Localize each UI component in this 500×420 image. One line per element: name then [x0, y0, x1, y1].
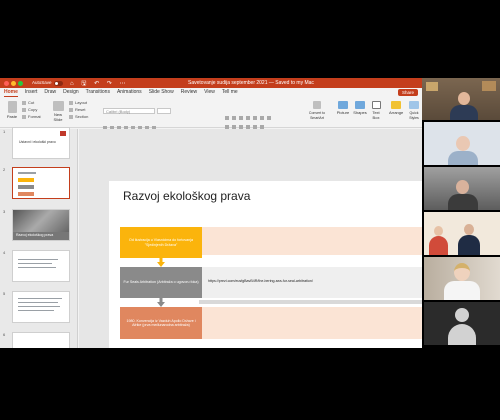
- paragraph-buttons[interactable]: [225, 107, 274, 120]
- text-box-button[interactable]: Text Box: [370, 101, 382, 120]
- new-slide-button[interactable]: New Slide: [50, 101, 66, 122]
- thumbnail-number: 6: [3, 332, 6, 337]
- tab-tell-me[interactable]: Tell me: [222, 89, 238, 97]
- thumbnail-caption: Razvoj ekološkog prava: [16, 233, 54, 237]
- font-name-field[interactable]: Calibri (Body): [103, 108, 155, 114]
- reset-button[interactable]: Reset: [69, 107, 85, 112]
- slide-editor: Razvoj ekološkog prava Od ilustracija u …: [79, 129, 422, 348]
- picture-button[interactable]: Picture: [336, 101, 350, 115]
- thumbnail-title: Ustavni i ekološki pravo: [19, 140, 56, 144]
- title-bar: AutoSave ⌂ 🖫 ↶ ↷ ⋯ Savetovanje sudija se…: [0, 78, 422, 88]
- alignment-buttons[interactable]: [225, 116, 267, 129]
- thumbnail-number: 3: [3, 209, 6, 214]
- picture-icon: [338, 101, 348, 109]
- screen: { "window": { "autosave_label": "AutoSav…: [0, 0, 500, 420]
- row-band-3: [202, 307, 422, 339]
- avatar-icon: [455, 308, 469, 322]
- tab-slide-show[interactable]: Slide Show: [149, 89, 174, 97]
- document-title: Savetovanje sudija september 2021 — Save…: [188, 79, 314, 86]
- slide-thumbnail-4[interactable]: [12, 250, 70, 282]
- arrow-down-icon: [157, 258, 165, 267]
- participant-video-3[interactable]: [424, 167, 500, 210]
- zoom-window-button[interactable]: [18, 81, 23, 86]
- row-divider: [199, 300, 422, 304]
- tab-animations[interactable]: Animations: [117, 89, 142, 97]
- slide-thumbnail-2[interactable]: [12, 167, 70, 199]
- timeline-box-2[interactable]: Fur Seals Arbitration (Arbitraža o ugovo…: [120, 267, 202, 298]
- thumbnail-number: 4: [3, 250, 6, 255]
- slide-title[interactable]: Razvoj ekološkog prava: [123, 189, 250, 203]
- copy-button[interactable]: Copy: [22, 107, 37, 112]
- timeline-box-3[interactable]: 1980. Konvencija iz Vazduh Apollo Države…: [120, 307, 202, 339]
- tab-review[interactable]: Review: [181, 89, 197, 97]
- share-button[interactable]: Share: [397, 89, 418, 96]
- brush-icon: [22, 114, 26, 119]
- close-window-button[interactable]: [4, 81, 9, 86]
- slide-canvas[interactable]: Razvoj ekološkog prava Od ilustracija u …: [109, 181, 422, 348]
- avatar-body: [448, 324, 476, 345]
- scissors-icon: [22, 100, 26, 105]
- slide-thumbnail-5[interactable]: [12, 291, 70, 323]
- format-painter-button[interactable]: Format: [22, 114, 41, 119]
- thumbnail-number: 1: [3, 129, 6, 134]
- ribbon: Home Insert Draw Design Transitions Anim…: [0, 88, 422, 130]
- autosave-toggle[interactable]: [54, 80, 63, 86]
- section-button[interactable]: Section: [69, 114, 88, 119]
- clipboard-icon: [7, 101, 17, 113]
- shapes-icon: [355, 101, 365, 109]
- arrow-down-icon: [157, 298, 165, 307]
- tab-home[interactable]: Home: [4, 89, 18, 97]
- text-format-buttons[interactable]: [103, 117, 159, 130]
- layout-icon: [69, 100, 73, 105]
- quick-styles-icon: [409, 101, 419, 109]
- participant-video-2[interactable]: [424, 122, 500, 165]
- convert-smartart-button[interactable]: Convert to SmartArt: [304, 101, 330, 120]
- new-slide-icon: [52, 101, 64, 111]
- row-band-1: [202, 227, 422, 255]
- minimize-window-button[interactable]: [11, 81, 16, 86]
- slide-thumbnail-3[interactable]: Razvoj ekološkog prava: [12, 209, 70, 241]
- slide-thumbnail-6[interactable]: [12, 332, 70, 348]
- copy-icon: [22, 107, 26, 112]
- participant-video-4[interactable]: [424, 212, 500, 255]
- quick-styles-button[interactable]: Quick Styles: [406, 101, 422, 120]
- text-box-icon: [371, 101, 381, 109]
- slide-thumbnails-pane: 1 Ustavni i ekološki pravo 2 3 Razvoj ek…: [0, 127, 78, 348]
- ribbon-tabs: Home Insert Draw Design Transitions Anim…: [4, 89, 238, 97]
- tab-view[interactable]: View: [204, 89, 215, 97]
- autosave-label: AutoSave: [32, 80, 52, 85]
- prezi-link[interactable]: https://prezi.com/eusfgBavB4R/the-bering…: [208, 279, 313, 283]
- arrange-button[interactable]: Arrange: [389, 101, 403, 115]
- tab-design[interactable]: Design: [63, 89, 79, 97]
- powerpoint-window: AutoSave ⌂ 🖫 ↶ ↷ ⋯ Savetovanje sudija se…: [0, 78, 422, 348]
- participant-video-1[interactable]: [422, 78, 500, 120]
- reset-icon: [69, 107, 73, 112]
- section-icon: [69, 114, 73, 119]
- flag-icon: [60, 131, 66, 136]
- layout-button[interactable]: Layout: [69, 100, 87, 105]
- tab-insert[interactable]: Insert: [25, 89, 38, 97]
- tab-transitions[interactable]: Transitions: [86, 89, 110, 97]
- paste-button[interactable]: Paste: [5, 101, 19, 119]
- thumbnail-number: 2: [3, 167, 6, 172]
- thumbnail-photo: [13, 210, 69, 232]
- font-size-field[interactable]: [157, 108, 171, 114]
- participant-no-video[interactable]: [424, 302, 500, 345]
- shapes-button[interactable]: Shapes: [353, 101, 367, 115]
- participant-video-5[interactable]: [424, 257, 500, 300]
- tab-draw[interactable]: Draw: [44, 89, 56, 97]
- arrange-icon: [391, 101, 401, 109]
- thumbnail-number: 5: [3, 291, 6, 296]
- slide-thumbnail-1[interactable]: Ustavni i ekološki pravo: [12, 127, 70, 159]
- timeline-box-1[interactable]: Od ilustracija u Vlasnicima do fortovanj…: [120, 227, 202, 258]
- cut-button[interactable]: Cut: [22, 100, 34, 105]
- smartart-icon: [313, 101, 321, 109]
